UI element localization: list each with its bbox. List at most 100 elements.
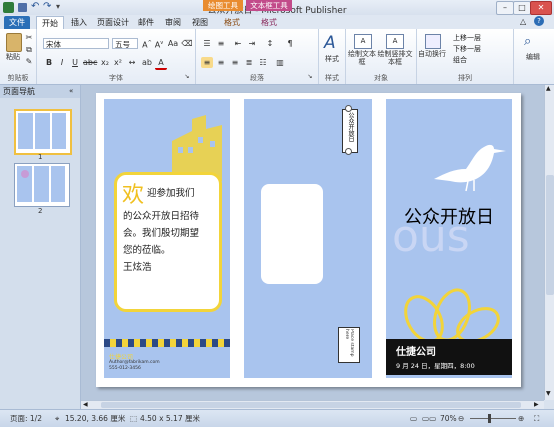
- increase-indent-icon[interactable]: ⇥: [246, 38, 258, 49]
- send-backward-button[interactable]: 下移一层: [453, 44, 481, 54]
- cut-icon[interactable]: ✂: [23, 32, 35, 43]
- group-button[interactable]: 组合: [453, 55, 467, 65]
- zoom-slider[interactable]: [470, 418, 516, 419]
- change-case-icon[interactable]: Aa: [167, 38, 179, 49]
- zoom-out-icon[interactable]: ⊖: [458, 410, 464, 427]
- decrease-indent-icon[interactable]: ⇤: [232, 38, 244, 49]
- selection-handle-bottom[interactable]: [345, 148, 352, 155]
- tab-file[interactable]: 文件: [4, 16, 30, 29]
- tab-review[interactable]: 审阅: [161, 16, 185, 29]
- scroll-left-icon[interactable]: ◀: [83, 401, 88, 408]
- wrap-text-icon[interactable]: [425, 34, 441, 49]
- subscript-icon[interactable]: x₂: [99, 57, 111, 68]
- maximize-button[interactable]: □: [513, 1, 531, 15]
- brochure-panel-left: 欢 迎参加我们 的公众开放日招待 会。我们殷切期望 您的莅临。 王炫浩 仕捷公司…: [104, 99, 230, 378]
- zoom-slider-thumb[interactable]: [488, 414, 491, 423]
- collapse-pane-icon[interactable]: «: [69, 87, 73, 95]
- tab-page-design[interactable]: 页面设计: [95, 16, 131, 29]
- objects-group-label: 对象: [374, 74, 388, 82]
- checker-strip: [104, 339, 230, 347]
- page-thumbnail-1[interactable]: [14, 109, 72, 155]
- numbering-icon[interactable]: ≡: [215, 38, 227, 49]
- position-icon: ⌖: [55, 414, 60, 423]
- tab-insert[interactable]: 插入: [66, 16, 92, 29]
- editing-button[interactable]: 编辑: [514, 53, 552, 61]
- bold-icon[interactable]: B: [43, 57, 55, 68]
- align-center-icon[interactable]: ≡: [215, 57, 227, 68]
- distribute-icon[interactable]: ☷: [257, 57, 269, 68]
- draw-vertical-textbox-icon[interactable]: A: [386, 34, 404, 49]
- styles-button[interactable]: 样式: [319, 55, 345, 63]
- status-zoom[interactable]: 70%: [440, 410, 457, 427]
- strikethrough-icon[interactable]: abc: [83, 57, 97, 68]
- italic-icon[interactable]: I: [56, 57, 68, 68]
- styles-group-label: 样式: [325, 74, 339, 82]
- fit-page-icon[interactable]: ⛶: [534, 410, 539, 427]
- align-left-icon[interactable]: ≡: [201, 57, 213, 68]
- superscript-icon[interactable]: x²: [112, 57, 124, 68]
- bring-forward-button[interactable]: 上移一层: [453, 33, 481, 43]
- line-spacing-icon[interactable]: ↕: [264, 38, 276, 49]
- building-graphic: [172, 115, 222, 181]
- align-right-icon[interactable]: ≡: [229, 57, 241, 68]
- paste-icon[interactable]: [6, 33, 22, 52]
- close-button[interactable]: ✕: [530, 1, 552, 15]
- clear-formatting-icon[interactable]: ⌫: [181, 38, 193, 49]
- status-page[interactable]: 页面: 1/2: [10, 410, 42, 427]
- address-placeholder-box[interactable]: [261, 184, 323, 284]
- font-name-combo[interactable]: 宋体: [43, 38, 109, 49]
- two-page-view-icon[interactable]: ▭▭: [422, 410, 436, 427]
- copy-icon[interactable]: ⧉: [23, 44, 35, 55]
- tab-format-drawing[interactable]: 格式: [220, 16, 244, 29]
- styles-group: A 样式 样式: [319, 29, 346, 84]
- draw-textbox-icon[interactable]: A: [354, 34, 372, 49]
- zoom-in-icon[interactable]: ⊕: [518, 410, 524, 427]
- scroll-up-icon[interactable]: ▲: [546, 85, 551, 92]
- tab-home[interactable]: 开始: [36, 16, 64, 30]
- clipboard-group-label: 剪贴板: [7, 74, 29, 82]
- page-thumbnail-2[interactable]: [14, 163, 70, 207]
- status-position: 15.20, 3.66 厘米: [65, 414, 126, 423]
- horizontal-scroll-thumb[interactable]: [101, 402, 521, 408]
- justify-icon[interactable]: ≣: [243, 57, 255, 68]
- tab-mailings[interactable]: 邮件: [134, 16, 158, 29]
- vertical-title-textbox[interactable]: 公众开放日: [342, 109, 358, 153]
- find-icon[interactable]: ⌕: [524, 34, 531, 49]
- underline-icon[interactable]: U: [69, 57, 81, 68]
- publication-page[interactable]: 欢 迎参加我们 的公众开放日招待 会。我们殷切期望 您的莅临。 王炫浩 仕捷公司…: [96, 93, 521, 387]
- character-spacing-icon[interactable]: ↔: [126, 57, 138, 68]
- paste-button[interactable]: 粘贴: [2, 53, 24, 61]
- brochure-panel-middle: 公众开放日 Place stamp here: [244, 99, 372, 378]
- paragraph-mark-icon[interactable]: ¶: [284, 38, 296, 49]
- clipboard-group: 粘贴 ✂ ⧉ ✎ 剪贴板: [0, 29, 37, 84]
- tab-format-textbox[interactable]: 格式: [257, 16, 281, 29]
- invitation-line-4: 您的莅临。: [123, 245, 171, 256]
- vertical-scrollbar[interactable]: ▲ ▼: [544, 85, 554, 400]
- event-info-box[interactable]: 仕捷公司 9 月 24 日，星期四，8:00: [386, 339, 512, 375]
- page-thumbnail-1-number: 1: [38, 153, 43, 161]
- scroll-down-icon[interactable]: ▼: [546, 390, 551, 397]
- left-footer-phone: 555-012-3456: [109, 366, 141, 371]
- help-icon[interactable]: ?: [534, 16, 544, 26]
- minimize-ribbon-icon[interactable]: △: [520, 17, 526, 26]
- scroll-right-icon[interactable]: ▶: [534, 401, 539, 408]
- columns-icon[interactable]: ▥: [274, 57, 286, 68]
- invitation-textbox[interactable]: 欢 迎参加我们 的公众开放日招待 会。我们殷切期望 您的莅临。 王炫浩: [114, 172, 222, 312]
- grow-font-icon[interactable]: A^: [141, 38, 153, 50]
- company-name: 仕捷公司: [396, 347, 436, 358]
- shrink-font-icon[interactable]: Av: [153, 38, 165, 50]
- draw-vertical-textbox-button[interactable]: 绘制竖排文本框: [377, 50, 413, 66]
- wrap-text-button[interactable]: 自动换行: [417, 50, 447, 58]
- highlight-icon[interactable]: ab: [141, 57, 153, 68]
- font-color-icon[interactable]: A: [155, 57, 167, 70]
- font-size-combo[interactable]: 五号: [112, 38, 138, 49]
- vertical-scroll-thumb[interactable]: [546, 175, 554, 295]
- single-page-view-icon[interactable]: ▭: [410, 410, 417, 427]
- styles-icon[interactable]: A: [324, 33, 336, 53]
- minimize-button[interactable]: –: [496, 1, 514, 15]
- format-painter-icon[interactable]: ✎: [23, 56, 35, 67]
- selection-handle-top[interactable]: [345, 105, 352, 112]
- bullets-icon[interactable]: ☰: [201, 38, 213, 49]
- tab-view[interactable]: 视图: [188, 16, 212, 29]
- draw-textbox-button[interactable]: 绘制文本框: [348, 50, 376, 66]
